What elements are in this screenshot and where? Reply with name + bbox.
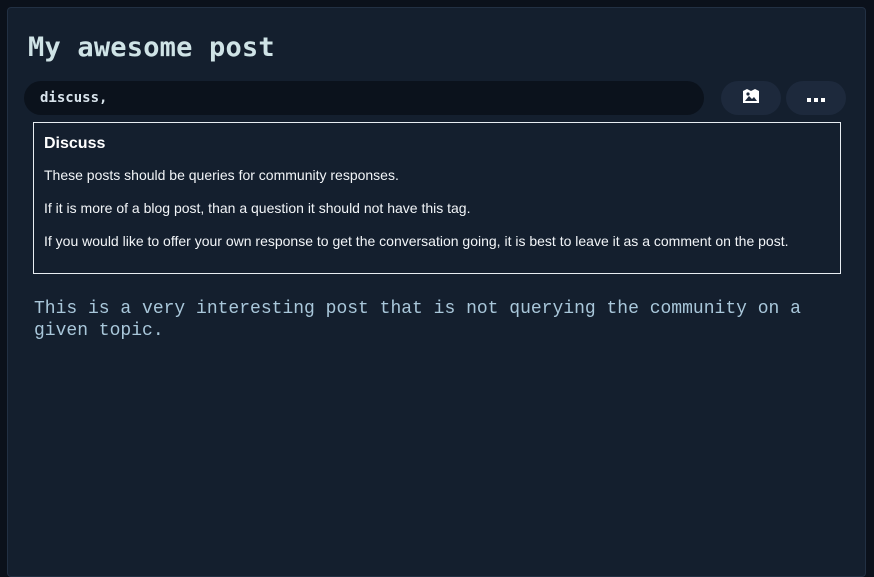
tag-help-line-2: If it is more of a blog post, than a que… <box>44 200 471 216</box>
image-icon <box>741 88 761 109</box>
tag-help-title: Discuss <box>44 135 106 152</box>
more-options-button[interactable] <box>786 81 846 115</box>
tag-help-line-1: These posts should be queries for commun… <box>44 167 399 183</box>
tag-help-line-3: If you would like to offer your own resp… <box>44 233 789 249</box>
tag-help-box: Discuss These posts should be queries fo… <box>33 122 841 274</box>
more-horizontal-icon <box>806 91 826 106</box>
tags-input[interactable] <box>24 81 704 115</box>
image-upload-button[interactable] <box>721 81 781 115</box>
post-title-field[interactable]: My awesome post <box>28 28 275 68</box>
editor-panel: My awesome post Discuss These posts shou… <box>7 7 866 577</box>
post-body-field[interactable]: This is a very interesting post that is … <box>34 298 834 342</box>
